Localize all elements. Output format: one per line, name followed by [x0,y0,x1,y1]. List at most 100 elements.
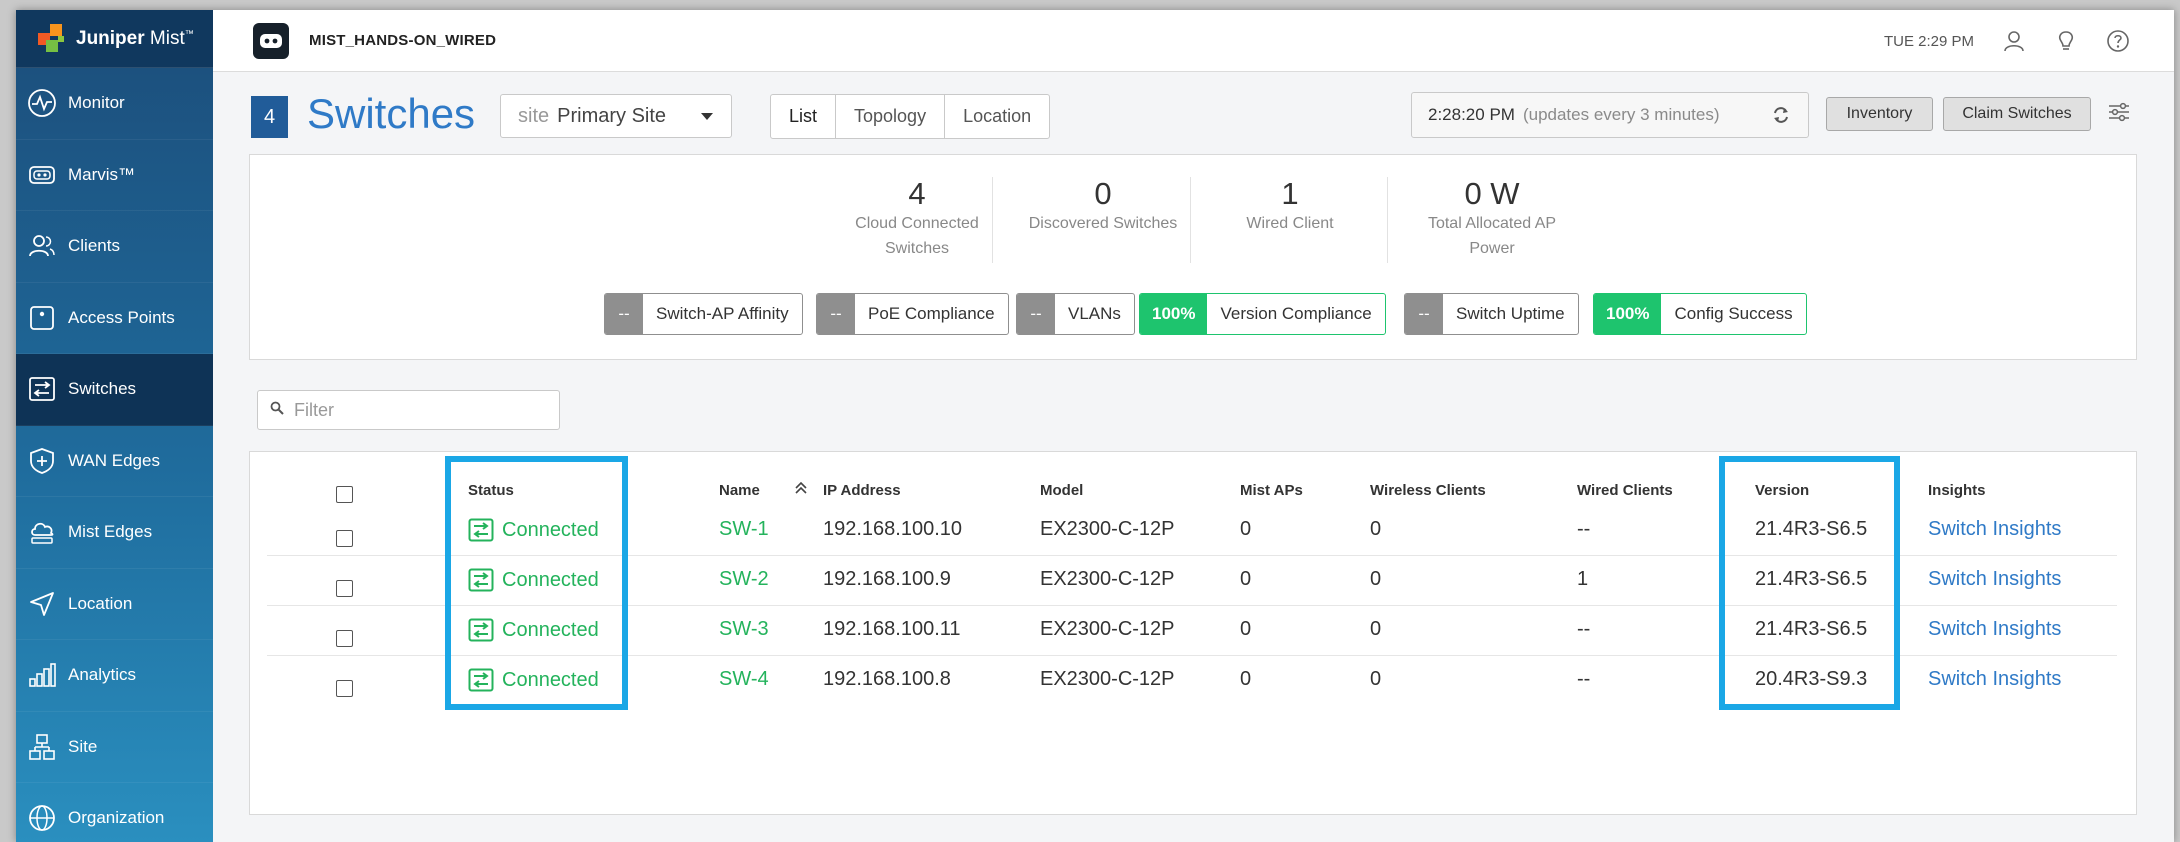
top-right-controls: TUE 2:29 PM [1884,10,2130,72]
sidebar-item-switches[interactable]: Switches [16,354,213,426]
column-header-status[interactable]: Status [468,482,514,499]
switch-insights-link[interactable]: Switch Insights [1928,668,2061,691]
stat-wired-client: 1 Wired Client [1215,177,1365,236]
sidebar-item-marvis[interactable]: Marvis™ [16,140,213,211]
sle-switch-uptime[interactable]: -- Switch Uptime [1404,293,1579,335]
status-connected[interactable]: Connected [468,618,599,642]
switch-name-link[interactable]: SW-3 [719,618,769,641]
column-header-insights[interactable]: Insights [1928,482,1986,499]
refresh-icon[interactable] [1772,106,1790,129]
status-connected[interactable]: Connected [468,668,599,692]
help-icon[interactable] [2106,29,2130,53]
switch-name-link[interactable]: SW-2 [719,568,769,591]
filter-box[interactable] [257,390,560,430]
row-divider [267,555,2117,556]
refresh-time: 2:28:20 PM [1428,105,1515,124]
row-checkbox[interactable] [336,580,353,597]
sort-ascending-icon[interactable] [794,480,808,501]
row-divider [267,655,2117,656]
site-selector[interactable]: site Primary Site [500,94,732,138]
sle-version-compliance[interactable]: 100% Version Compliance [1139,293,1386,335]
switch-insights-link[interactable]: Switch Insights [1928,618,2061,641]
marvis-avatar-icon[interactable] [253,22,289,59]
sidebar-item-label: Mist Edges [68,522,153,542]
wireless-clients: 0 [1370,518,1382,540]
stat-divider [992,177,993,263]
app-window: Juniper Mist™ Monitor Marvis™ Clients Ac… [16,10,2174,842]
location-icon [26,588,58,620]
user-icon[interactable] [2002,29,2026,53]
status-text: Connected [502,568,599,591]
inventory-button[interactable]: Inventory [1826,97,1933,131]
tab-list[interactable]: List [771,95,837,138]
juniper-logo-icon [36,23,70,54]
stat-value: 1 [1281,176,1299,211]
page-title: Switches [307,90,476,137]
wired-clients: -- [1577,518,1591,540]
version: 20.4R3-S9.3 [1755,668,1868,690]
sle-label: VLANs [1068,304,1121,323]
column-header-wireless-clients[interactable]: Wireless Clients [1370,482,1486,499]
sidebar-item-organization[interactable]: Organization [16,783,213,842]
sidebar-item-analytics[interactable]: Analytics [16,640,213,712]
sidebar-item-label: Access Points [68,307,175,327]
sidebar-item-label: Organization [68,808,165,828]
sle-switch-ap-affinity[interactable]: -- Switch-AP Affinity [604,293,803,335]
search-icon [270,401,284,420]
model: EX2300-C-12P [1040,668,1175,690]
column-header-wired-clients[interactable]: Wired Clients [1577,482,1673,499]
sidebar-item-location[interactable]: Location [16,569,213,640]
sle-poe-compliance[interactable]: -- PoE Compliance [816,293,1009,335]
ip-address: 192.168.100.8 [823,668,951,690]
brand[interactable]: Juniper Mist™ [16,10,213,68]
column-header-model[interactable]: Model [1040,482,1083,499]
stat-value: 0 W [1464,176,1520,211]
sidebar-item-label: Location [68,593,133,613]
sidebar-item-monitor[interactable]: Monitor [16,68,213,140]
sidebar-item-wan-edges[interactable]: WAN Edges [16,426,213,497]
top-bar: MIST_HANDS-ON_WIRED TUE 2:29 PM [213,10,2174,72]
column-header-name[interactable]: Name [719,482,760,499]
sle-value: 100% [1594,294,1662,334]
summary-panel: 4 Cloud Connected Switches 0 Discovered … [249,154,2137,360]
status-connected[interactable]: Connected [468,568,599,592]
column-header-ip-address[interactable]: IP Address [823,482,901,499]
switches-table: Status Name IP Address Model Mist APs Wi… [249,451,2137,815]
status-connected[interactable]: Connected [468,518,599,542]
stat-label: Switches [884,240,950,257]
switch-insights-link[interactable]: Switch Insights [1928,568,2061,591]
row-checkbox[interactable] [336,530,353,547]
sle-vlans[interactable]: -- VLANs [1016,293,1135,335]
filter-input[interactable] [294,399,544,421]
tab-location[interactable]: Location [945,95,1049,138]
sidebar-item-clients[interactable]: Clients [16,211,213,283]
switch-name-link[interactable]: SW-4 [719,668,769,691]
org-name[interactable]: MIST_HANDS-ON_WIRED [309,32,496,49]
switch-insights-link[interactable]: Switch Insights [1928,518,2061,541]
tab-topology[interactable]: Topology [836,95,946,138]
lightbulb-icon[interactable] [2054,29,2078,53]
cloud-icon [26,516,58,548]
refresh-status: 2:28:20 PM (updates every 3 minutes) [1411,92,1809,138]
sidebar-item-mist-edges[interactable]: Mist Edges [16,497,213,569]
model: EX2300-C-12P [1040,568,1175,590]
sidebar-item-access-points[interactable]: Access Points [16,283,213,354]
stat-label: Cloud Connected [855,215,979,232]
claim-switches-button[interactable]: Claim Switches [1943,97,2091,131]
stat-label: Total Allocated AP [1427,215,1557,232]
wired-clients: -- [1577,618,1591,640]
model: EX2300-C-12P [1040,618,1175,640]
sidebar-item-site[interactable]: Site [16,712,213,783]
select-all-checkbox[interactable] [336,486,353,503]
monitor-icon [26,87,58,119]
table-settings-icon[interactable] [2108,102,2130,127]
row-checkbox[interactable] [336,630,353,647]
switch-name-link[interactable]: SW-1 [719,518,769,541]
column-header-mist-aps[interactable]: Mist APs [1240,482,1303,499]
wireless-clients: 0 [1370,618,1382,640]
sle-config-success[interactable]: 100% Config Success [1593,293,1807,335]
wired-clients: 1 [1577,568,1589,590]
column-header-version[interactable]: Version [1755,482,1809,499]
refresh-note: (updates every 3 minutes) [1522,105,1720,124]
row-checkbox[interactable] [336,680,353,697]
